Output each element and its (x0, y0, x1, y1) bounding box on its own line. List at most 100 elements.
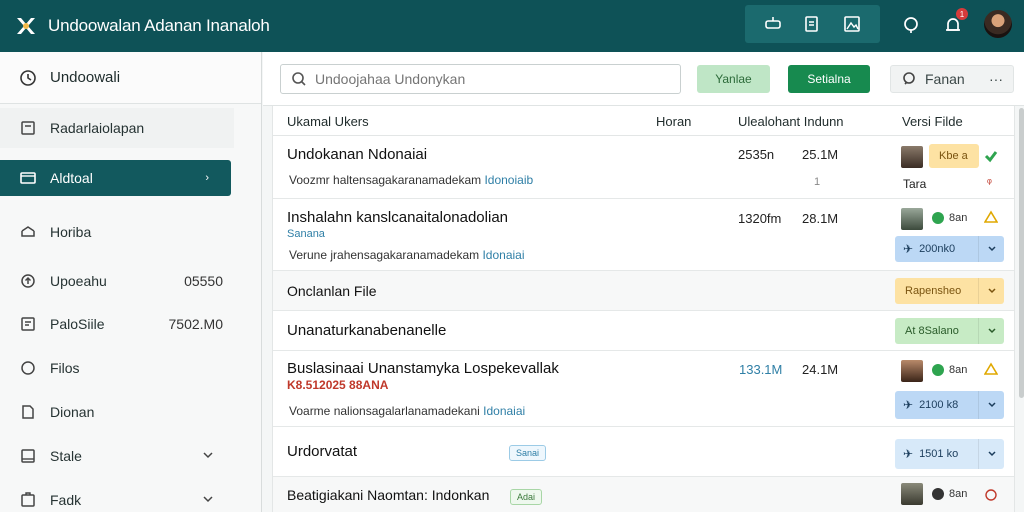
sidebar-item-label: Radarlaiolapan (50, 120, 145, 136)
row-size: 25.1M (802, 147, 839, 162)
table-row[interactable]: Urdorvatat Sanai ✈ 1501 ko (273, 427, 1014, 477)
row-mini: 1 (814, 176, 821, 188)
table-row[interactable]: Onclanlan File Rapensheo (273, 271, 1014, 311)
row-size: 24.1M (802, 362, 839, 377)
check-icon (984, 149, 998, 168)
sidebar-item-palosiile[interactable]: PaloSiile 7502.M0 (0, 304, 261, 344)
row-time: 133.1M (739, 362, 783, 377)
share-icon[interactable] (760, 11, 786, 37)
sidebar-item-radarlaiolapan[interactable]: Radarlaiolapan (0, 108, 234, 148)
avatar[interactable] (982, 8, 1014, 40)
thumbnail (901, 360, 923, 382)
top-bar: Undoowalan Adanan Inanaloh 1 (0, 0, 1024, 52)
table-row[interactable]: Unanaturkanabenanelle At 8Salano (273, 311, 1014, 351)
sidebar-item-upoeahu[interactable]: Upoeahu 05550 (0, 261, 261, 301)
sidebar-item-fadk[interactable]: Fadk (0, 480, 261, 512)
row-subtitle: Voarme nalionsagalarlanamadekani Idonaia… (289, 404, 526, 418)
sidebar-item-label: Dionan (50, 404, 95, 420)
search-input[interactable] (315, 71, 675, 87)
image-icon[interactable] (839, 11, 865, 37)
app-logo-icon[interactable] (14, 14, 38, 38)
pin-icon: ✈ (903, 242, 914, 256)
status-badge: 8an (932, 212, 967, 224)
clock-icon (18, 68, 38, 88)
app-title: Undoowalan Adanan Inanaloh (48, 16, 270, 35)
row-time: 1320fm (738, 211, 782, 226)
main-content: Yanlae Setialna Fanan ··· Ukamal Ukers H… (263, 52, 1024, 512)
version-pill[interactable]: Kbe a (929, 144, 979, 168)
edit-icon[interactable] (799, 11, 825, 37)
primary-button[interactable]: Setialna (788, 65, 870, 93)
sidebar-header[interactable]: Undoowali (0, 52, 261, 104)
table-row[interactable]: Beatigiakani Naomtan: Indonkan Adai 8an (273, 477, 1014, 512)
row-subtitle: Voozmr haltensagakaranamadekam Idonoiaib (289, 173, 534, 187)
version-pill[interactable]: ✈ 2100 k8 (895, 391, 1004, 419)
status-badge: 8an (932, 488, 967, 500)
chevron-down-icon[interactable] (978, 439, 1004, 469)
row-chip[interactable]: Sanai (509, 445, 547, 461)
version-pill[interactable]: At 8Salano (895, 318, 1004, 344)
sidebar-item-label: Upoeahu (50, 273, 107, 289)
chevron-right-icon: › (205, 172, 209, 184)
sidebar-item-value: 7502.M0 (168, 316, 223, 332)
column-header[interactable]: Horan (656, 114, 691, 129)
chevron-down-icon[interactable] (201, 492, 215, 509)
pin-icon: ✈ (903, 447, 914, 461)
search-icon (291, 71, 307, 87)
search-box[interactable] (280, 64, 681, 94)
more-icon[interactable]: ··· (989, 71, 1003, 87)
sidebar-item-label: Aldtoal (50, 170, 93, 186)
column-header[interactable]: Ukamal Ukers (287, 114, 369, 129)
scrollbar[interactable] (1019, 108, 1024, 398)
row-extra: Tara (903, 177, 927, 191)
sidebar-item-stale[interactable]: Stale (0, 436, 261, 476)
chevron-down-icon[interactable] (978, 318, 1004, 344)
secondary-button[interactable]: Yanlae (697, 65, 770, 93)
sidebar-item-label: Stale (50, 448, 82, 464)
help-icon[interactable] (898, 12, 924, 38)
row-tag: Sanana (287, 228, 325, 240)
row-title: Undokanan Ndonaiai (287, 146, 428, 163)
tag-icon (18, 358, 38, 378)
sidebar-item-label: PaloSiile (50, 316, 105, 332)
stack-icon (18, 222, 38, 242)
file-table: Ukamal Ukers Horan Ulealohant Indunn Ver… (272, 106, 1015, 512)
chevron-down-icon[interactable] (201, 448, 215, 465)
table-row[interactable]: Buslasinaai Unanstamyka Lospekevallak K8… (273, 351, 1014, 427)
table-row[interactable]: Undokanan Ndonaiai Voozmr haltensagakara… (273, 136, 1014, 199)
chat-icon (901, 71, 917, 87)
row-title: Buslasinaai Unanstamyka Lospekevallak (287, 360, 559, 377)
column-header[interactable]: Versi Filde (902, 114, 963, 129)
thumbnail (901, 208, 923, 230)
version-pill[interactable]: Rapensheo (895, 278, 1004, 304)
chevron-down-icon[interactable] (978, 391, 1004, 419)
row-time: 2535n (738, 147, 775, 162)
filter-button[interactable]: Fanan ··· (890, 65, 1014, 93)
sidebar-item-label: Horiba (50, 224, 92, 240)
row-title: Urdorvatat (287, 443, 358, 460)
table-row[interactable]: Inshalahn kanslcanaitalonadolian Sanana … (273, 199, 1014, 271)
row-title: Inshalahn kanslcanaitalonadolian (287, 209, 509, 226)
row-subtitle: Verune jrahensagakaranamadekam Idonaiai (289, 248, 525, 262)
upload-icon (18, 271, 38, 291)
warning-icon (983, 362, 999, 381)
sidebar-item-dionan[interactable]: Dionan (0, 392, 261, 432)
version-pill[interactable]: ✈ 200nk0 (895, 236, 1004, 262)
bell-icon[interactable]: 1 (940, 8, 968, 38)
sidebar-item-horiba[interactable]: Horiba (0, 212, 261, 252)
status-dot-icon (932, 488, 944, 500)
chevron-down-icon[interactable] (978, 278, 1004, 304)
status-dot-icon (932, 364, 944, 376)
info-icon (984, 488, 998, 507)
sidebar-item-aldtoal[interactable]: Aldtoal › (0, 160, 231, 196)
row-title: Onclanlan File (287, 283, 377, 299)
row-chip[interactable]: Adai (510, 489, 543, 505)
sidebar-item-filos[interactable]: Filos (0, 348, 261, 388)
chevron-down-icon[interactable] (978, 236, 1004, 262)
column-header[interactable]: Ulealohant Indunn (738, 114, 844, 129)
sidebar-item-label: Fadk (50, 492, 82, 508)
version-pill[interactable]: ✈ 1501 ko (895, 439, 1004, 469)
table-header: Ukamal Ukers Horan Ulealohant Indunn Ver… (273, 106, 1014, 136)
list-icon (18, 446, 38, 466)
thumbnail (901, 483, 923, 505)
